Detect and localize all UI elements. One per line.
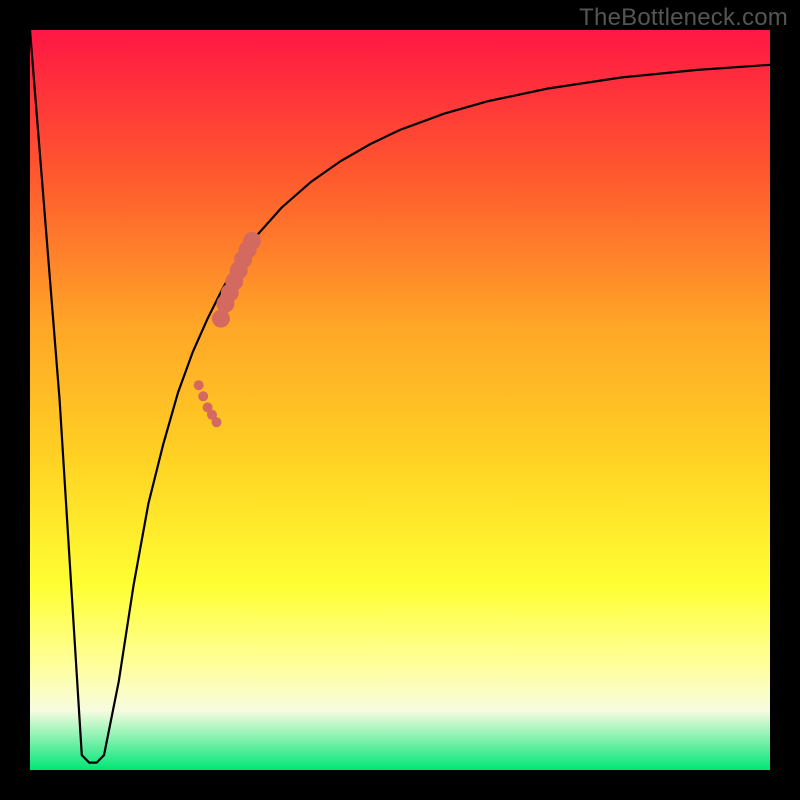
highlight-marker [194, 380, 204, 390]
plot-background [30, 30, 770, 770]
highlight-marker [212, 417, 222, 427]
highlight-marker [243, 232, 261, 250]
bottleneck-chart [0, 0, 800, 800]
highlight-marker [198, 391, 208, 401]
chart-root: TheBottleneck.com [0, 0, 800, 800]
watermark-text: TheBottleneck.com [579, 4, 788, 32]
